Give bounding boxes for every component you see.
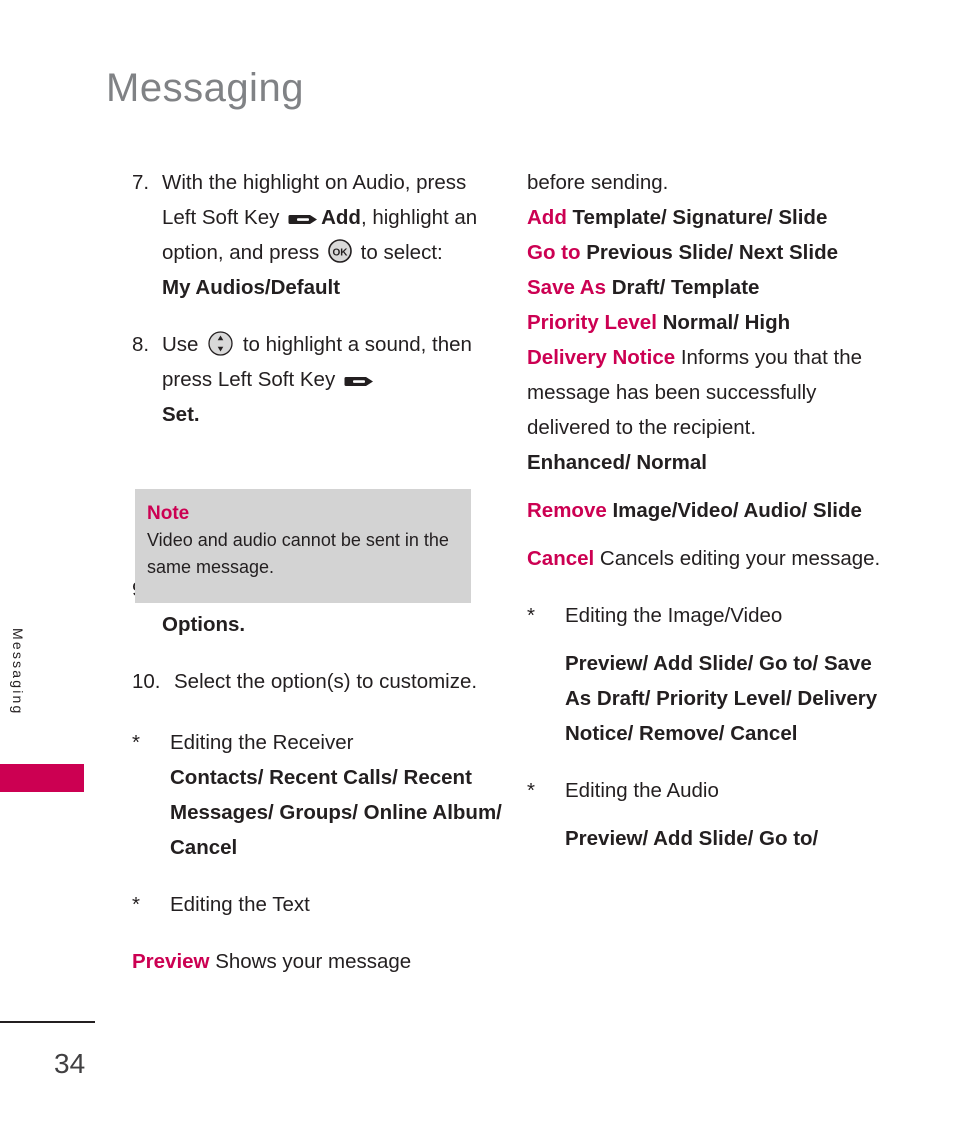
list-item-editing-audio: * Editing the Audio Preview/ Add Slide/ … (527, 773, 893, 856)
entry-remove-values: Image/Video/ Audio/ Slide (606, 499, 862, 522)
page-title: Messaging (106, 66, 304, 110)
left-soft-key-icon (288, 203, 318, 224)
editing-receiver-heading: Editing the Receiver (170, 731, 354, 754)
bullet-marker: * (132, 731, 140, 754)
entry-remove: Remove Image/Video/ Audio/ Slide (527, 493, 893, 528)
note-heading: Note (147, 503, 190, 524)
entry-delivery-notice-term: Delivery Notice (527, 346, 676, 369)
list-item-editing-text: * Editing the Text (132, 887, 504, 922)
step-8-bold-line: Set. (162, 403, 200, 426)
editing-image-video-body: Editing the Image/Video Preview/ Add Sli… (565, 598, 893, 751)
list-item-editing-image-video: * Editing the Image/Video Preview/ Add S… (527, 598, 893, 751)
entry-add-term: Add (527, 206, 567, 229)
step-8-body: Use to highlight a sound, then press Lef… (162, 327, 504, 432)
entry-priority-level: Priority Level Normal/ High (527, 305, 893, 340)
list-item-step-8: 8. Use to highlight a sound, then press … (132, 327, 504, 432)
svg-text:OK: OK (332, 247, 348, 258)
bullet-marker: * (132, 893, 140, 916)
entry-delivery-notice: Delivery Notice Informs you that the mes… (527, 340, 893, 480)
editing-audio-body: Editing the Audio Preview/ Add Slide/ Go… (565, 773, 893, 856)
entry-add-values: Template/ Signature/ Slide (566, 206, 828, 229)
entry-cancel: Cancel Cancels editing your message. (527, 541, 893, 576)
step-10-number: 10. (132, 670, 161, 693)
entry-go-to-term: Go to (527, 241, 581, 264)
list-item-step-7: 7. With the highlight on Audio, press Le… (132, 165, 504, 305)
step-8-number: 8. (132, 333, 150, 356)
step-10-text: Select the option(s) to customize. (174, 670, 478, 693)
ok-key-icon: OK (327, 238, 353, 264)
entry-cancel-term: Cancel (527, 547, 595, 570)
side-tab-marker (0, 764, 84, 792)
entry-go-to-values: Previous Slide/ Next Slide (580, 241, 838, 264)
editing-text-heading: Editing the Text (170, 893, 310, 916)
entry-save-as: Save As Draft/ Template (527, 270, 893, 305)
step-7-body: With the highlight on Audio, press Left … (162, 165, 504, 305)
editing-image-video-options: Preview/ Add Slide/ Go to/ Save As Draft… (565, 652, 878, 745)
entry-add: Add Template/ Signature/ Slide (527, 200, 893, 235)
right-column: before sending. Add Template/ Signature/… (527, 165, 893, 856)
preview-term: Preview (132, 950, 210, 973)
preview-description: Shows your message (209, 950, 412, 973)
entry-remove-term: Remove (527, 499, 607, 522)
step-7-number: 7. (132, 171, 150, 194)
bullet-marker: * (527, 779, 535, 802)
bullet-marker: * (527, 604, 535, 627)
left-soft-key-icon (344, 365, 374, 386)
editing-image-video-heading: Editing the Image/Video (565, 604, 783, 627)
entry-priority-level-values: Normal/ High (656, 311, 791, 334)
editing-audio-heading: Editing the Audio (565, 779, 719, 802)
entry-priority-level-term: Priority Level (527, 311, 657, 334)
editing-receiver-options: Contacts/ Recent Calls/ Recent Messages/… (170, 766, 502, 859)
step-7-add-label: Add (321, 206, 361, 229)
step-7-bold-line: My Audios/Default (162, 276, 341, 299)
entry-delivery-notice-values: Enhanced/ Normal (527, 451, 707, 474)
list-item-editing-receiver: * Editing the Receiver Contacts/ Recent … (132, 725, 504, 865)
continuation-text: before sending. (527, 171, 669, 194)
editing-audio-options: Preview/ Add Slide/ Go to/ (565, 827, 819, 850)
entry-save-as-term: Save As (527, 276, 607, 299)
note-text: Video and audio cannot be sent in the sa… (147, 530, 449, 577)
list-item-step-10: 10. Select the option(s) to customize. (132, 664, 504, 699)
step-7-text-part-4: to select: (354, 241, 443, 264)
page-number: 34 (54, 1048, 86, 1079)
step-8-text-part-1: Use (162, 333, 205, 356)
directional-pad-icon (207, 330, 234, 357)
preview-entry: Preview Shows your message (132, 944, 504, 979)
step-9-bold-line: Options. (162, 613, 246, 636)
editing-receiver-body: Editing the Receiver Contacts/ Recent Ca… (170, 725, 504, 865)
note-box: Note Video and audio cannot be sent in t… (135, 489, 471, 603)
page-footer-rule (0, 1021, 95, 1023)
entry-save-as-values: Draft/ Template (606, 276, 760, 299)
entry-cancel-description: Cancels editing your message. (594, 547, 881, 570)
entry-go-to: Go to Previous Slide/ Next Slide (527, 235, 893, 270)
